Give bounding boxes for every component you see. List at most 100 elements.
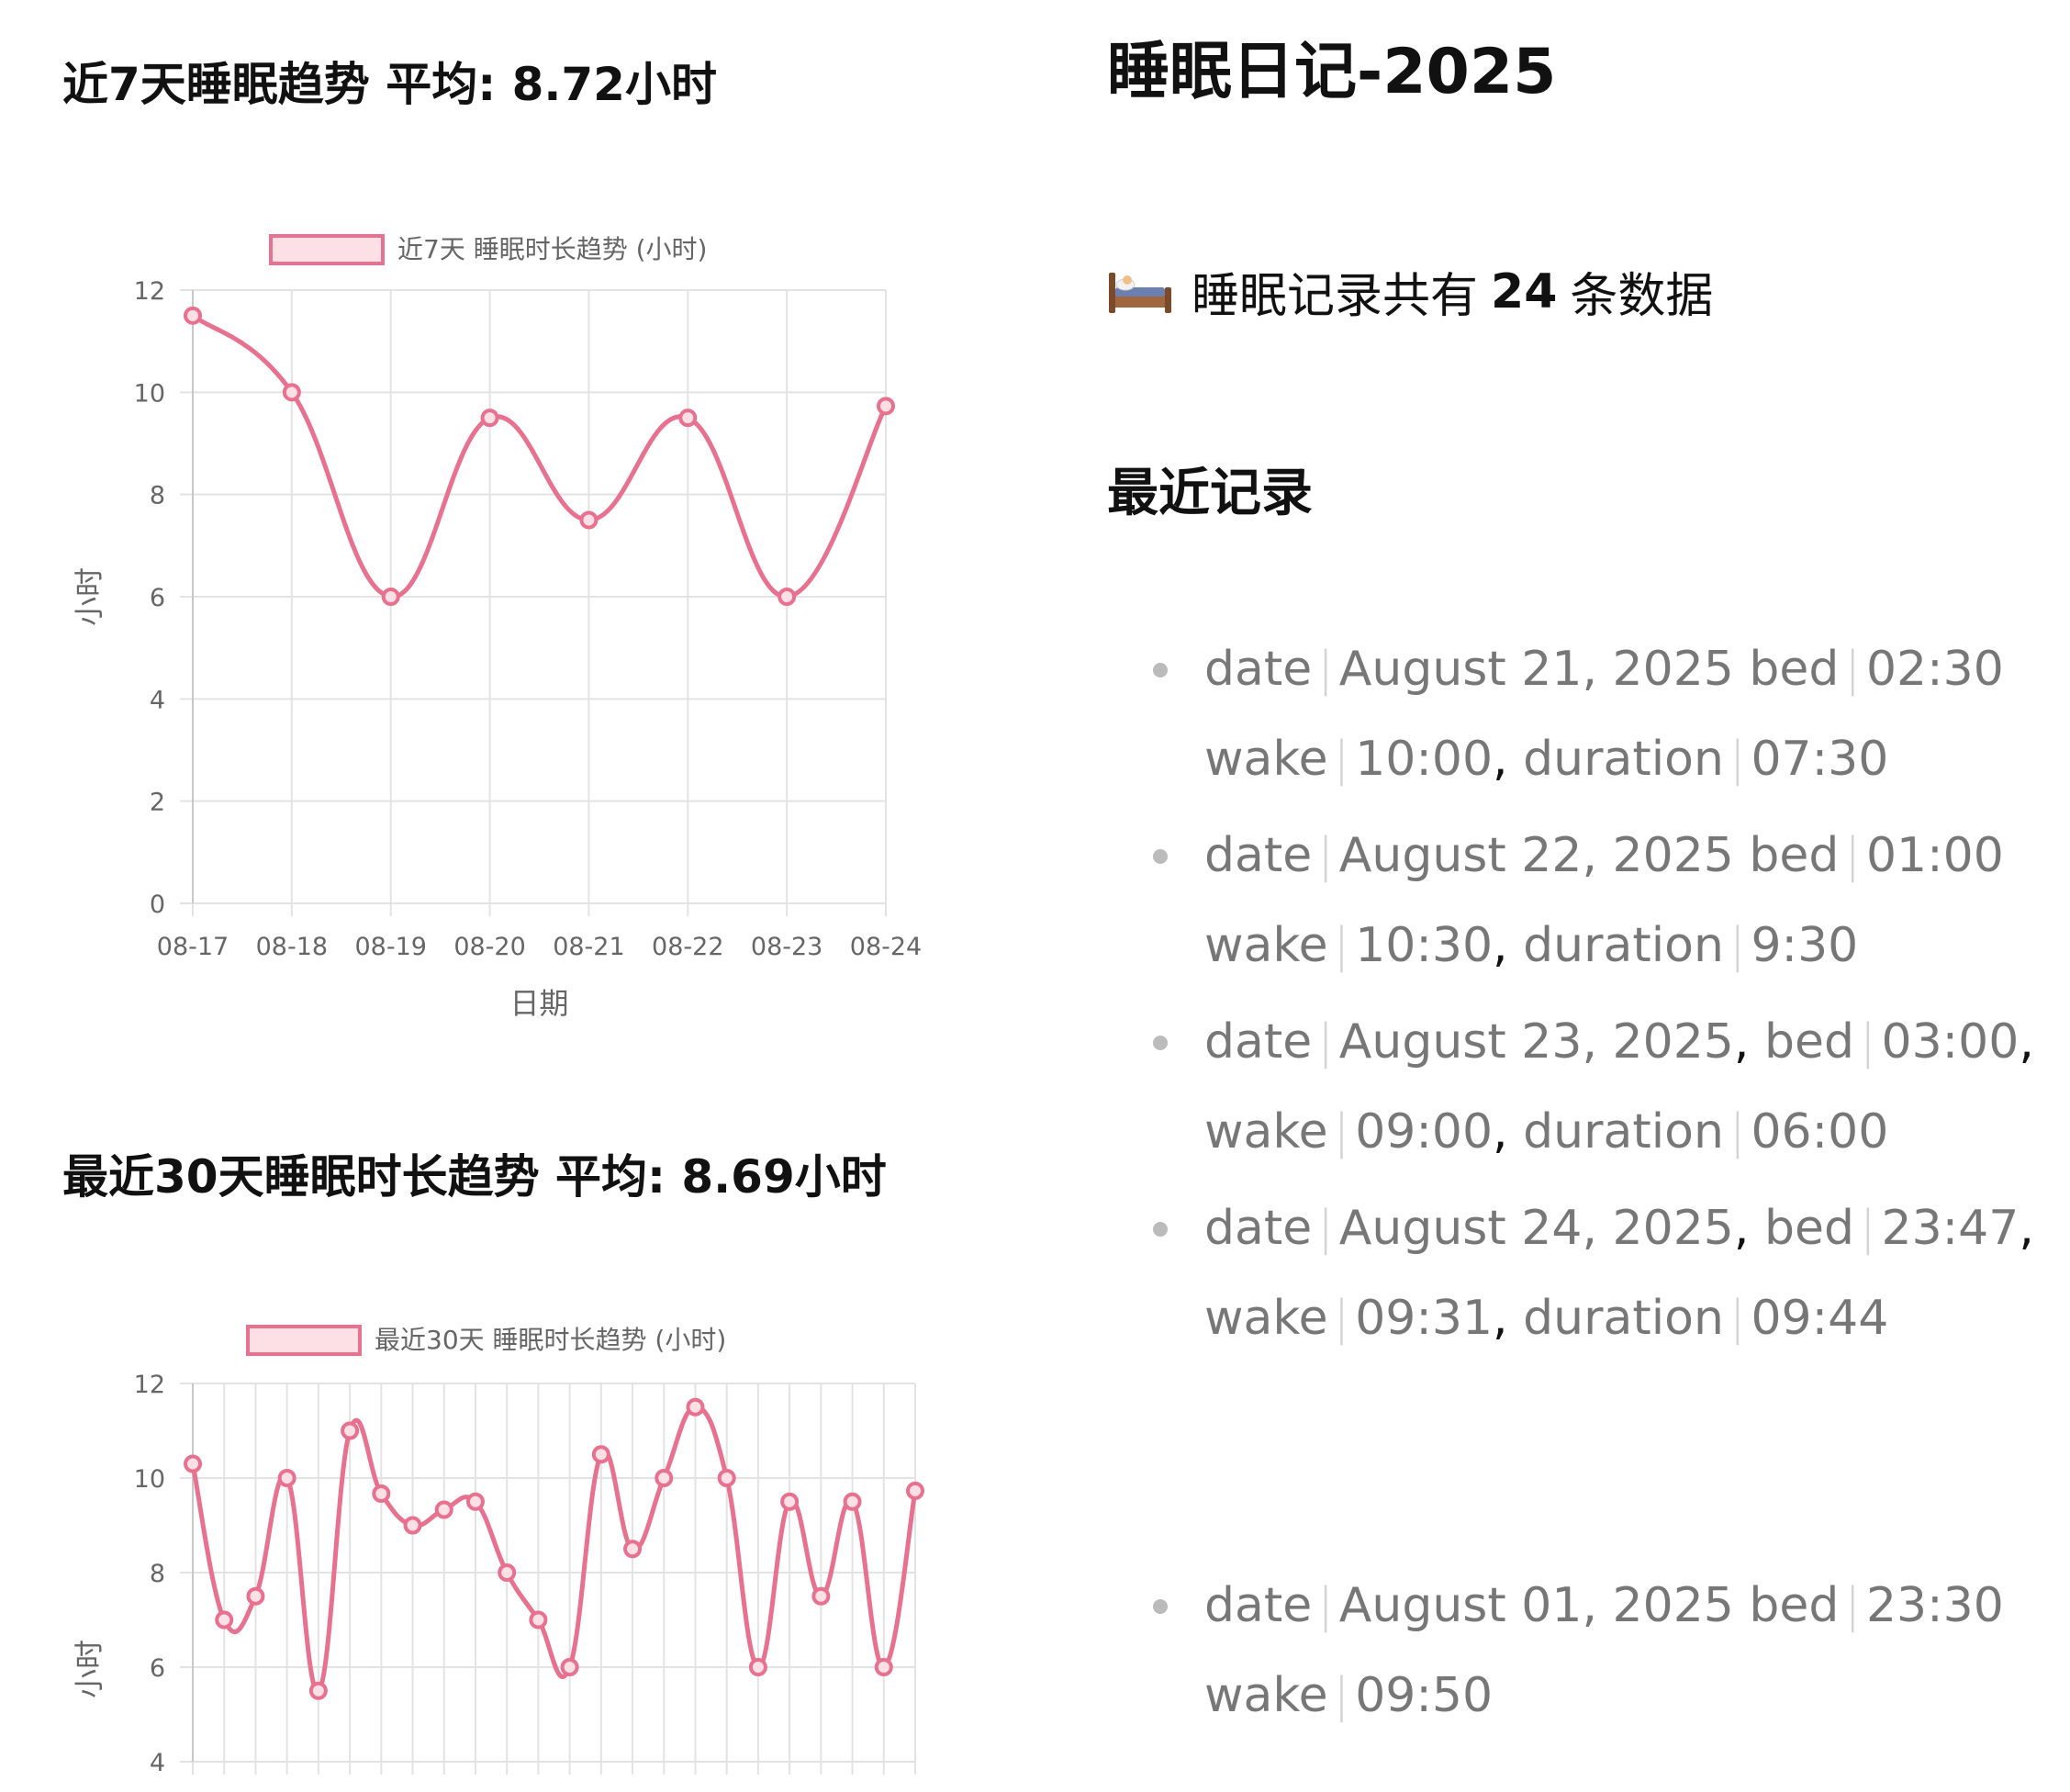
record-bedtime: 02:30 xyxy=(1865,642,2004,697)
data-point xyxy=(655,1469,674,1487)
separator: | xyxy=(1317,1578,1334,1633)
data-point xyxy=(403,1516,422,1535)
record-bedtime: 23:30 xyxy=(1865,1578,2004,1633)
separator: | xyxy=(1333,1291,1350,1346)
count-value: 24 xyxy=(1491,263,1558,319)
wake-label: wake xyxy=(1204,1668,1328,1723)
record-waketime: 10:30 xyxy=(1355,918,1494,973)
bed-label: bed xyxy=(1749,828,1840,883)
record-item: date | August 22, 2025 bed | 01:00 wake | 10:3… xyxy=(1153,811,2058,991)
data-point xyxy=(623,1540,643,1559)
bed-label: bed xyxy=(1763,1014,1854,1070)
x-tick-label: 08-23 xyxy=(751,933,822,961)
comma: , xyxy=(2019,1014,2034,1070)
data-point xyxy=(529,1610,548,1630)
separator: | xyxy=(1844,828,1861,883)
date-label: date xyxy=(1204,1014,1313,1070)
x-tick-label: 08-19 xyxy=(354,933,426,961)
record-waketime: 10:00 xyxy=(1355,732,1494,787)
recent-records-heading: 最近记录 xyxy=(1107,464,1313,523)
separator: | xyxy=(1333,1104,1350,1159)
data-point xyxy=(717,1469,736,1487)
date-label: date xyxy=(1204,1578,1313,1633)
record-waketime: 09:00 xyxy=(1355,1104,1494,1159)
y-tick-label: 10 xyxy=(134,1465,165,1494)
y-tick-label: 6 xyxy=(150,584,165,612)
data-point xyxy=(277,1469,297,1487)
data-point xyxy=(480,409,499,428)
record-item: date | August 01, 2025 bed | 23:30 wake | 09:5… xyxy=(1153,1561,2058,1741)
comma: , xyxy=(1733,1014,1750,1070)
series-line xyxy=(191,313,889,599)
data-point xyxy=(843,1492,862,1511)
data-point xyxy=(372,1484,391,1503)
separator: | xyxy=(1333,918,1350,973)
record-duration: 06:00 xyxy=(1751,1104,1889,1159)
x-tick-label: 08-17 xyxy=(157,933,229,961)
separator: | xyxy=(1729,732,1746,787)
duration-label: duration xyxy=(1523,732,1724,787)
y-axis-title: 小时 xyxy=(72,1640,106,1698)
data-point xyxy=(246,1586,265,1606)
bed-label: bed xyxy=(1749,1578,1840,1633)
duration-label: duration xyxy=(1523,1104,1724,1159)
x-tick-label: 08-20 xyxy=(453,933,525,961)
data-point xyxy=(678,409,698,428)
record-waketime: 09:31 xyxy=(1355,1291,1494,1346)
bullet-dot xyxy=(1153,1036,1168,1050)
record-date: August 21, 2025 xyxy=(1338,642,1734,697)
bullet-dot xyxy=(1153,663,1168,678)
x-axis-title: 日期 xyxy=(509,986,568,1021)
y-tick-label: 6 xyxy=(150,1654,165,1683)
duration-label: duration xyxy=(1523,1291,1724,1346)
data-point xyxy=(778,588,797,606)
separator: | xyxy=(1317,1014,1334,1070)
bed-icon xyxy=(1109,272,1171,313)
legend-swatch xyxy=(269,234,385,265)
sleep-diary-panel: 睡眠日记-2025 睡眠记录共有 24 条数据 最近记录 date | August… xyxy=(1107,0,2062,1792)
data-point xyxy=(748,1658,767,1676)
data-point xyxy=(686,1397,705,1417)
data-point xyxy=(308,1681,328,1700)
separator: | xyxy=(1729,1291,1746,1346)
separator: | xyxy=(1333,732,1350,787)
date-label: date xyxy=(1204,1201,1313,1256)
separator: | xyxy=(1729,918,1746,973)
wake-label: wake xyxy=(1204,918,1328,973)
legend-label: 最近30天 睡眠时长趋势 (小时) xyxy=(375,1325,726,1355)
comma: , xyxy=(1493,1104,1508,1159)
separator: | xyxy=(1317,828,1334,883)
x-tick-label: 08-18 xyxy=(256,933,328,961)
series-line xyxy=(190,1405,918,1694)
chart-7day-title: 近7天睡眠趋势 平均: 8.72小时 xyxy=(62,58,717,111)
comma: , xyxy=(2019,1201,2034,1256)
chart-7day: 近7天 睡眠时长趋势 (小时) 0 2 4 6 8 10 12 08-17 08-18 08-19 0… xyxy=(55,211,955,1037)
page-title: 睡眠日记-2025 xyxy=(1107,36,1557,108)
separator: | xyxy=(1317,1201,1334,1256)
comma: , xyxy=(1493,732,1508,787)
data-point xyxy=(465,1492,485,1511)
bed-label: bed xyxy=(1749,642,1840,697)
y-tick-label: 10 xyxy=(134,379,165,408)
separator: | xyxy=(1729,1104,1746,1159)
data-point xyxy=(184,306,202,325)
chart-30day: 最近30天 睡眠时长趋势 (小时) 4 6 8 10 12 小时 xyxy=(55,1302,955,1792)
separator: | xyxy=(1844,642,1861,697)
separator: | xyxy=(1859,1014,1876,1070)
count-prefix: 睡眠记录共有 xyxy=(1192,269,1479,324)
data-point xyxy=(591,1445,610,1464)
data-point xyxy=(906,1481,924,1500)
chart-svg: 最近30天 睡眠时长趋势 (小时) 4 6 8 10 12 小时 xyxy=(72,1325,924,1777)
chart-legend: 最近30天 睡眠时长趋势 (小时) xyxy=(246,1325,726,1356)
y-tick-label: 12 xyxy=(134,277,165,306)
record-duration: 9:30 xyxy=(1751,918,1859,973)
data-point xyxy=(341,1421,360,1440)
bullet-dot xyxy=(1153,849,1168,864)
count-suffix: 条数据 xyxy=(1570,269,1714,324)
wake-label: wake xyxy=(1204,1291,1328,1346)
data-point xyxy=(434,1500,453,1519)
data-point xyxy=(780,1492,800,1511)
date-label: date xyxy=(1204,642,1313,697)
y-tick-label: 2 xyxy=(150,789,165,817)
data-point xyxy=(560,1658,579,1676)
